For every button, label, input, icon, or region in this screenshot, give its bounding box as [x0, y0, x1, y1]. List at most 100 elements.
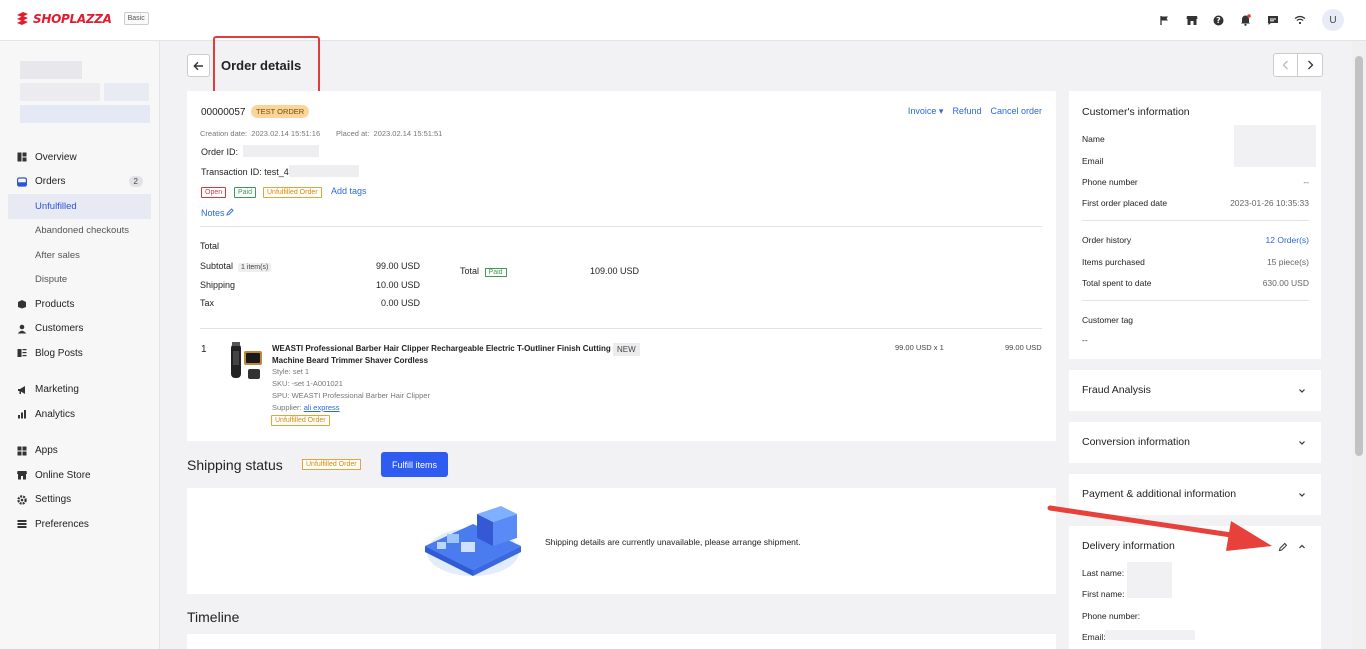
items-purchased-row: Items purchased 15 piece(s): [1082, 257, 1309, 267]
sidebar-item-online-store[interactable]: Online Store: [8, 463, 151, 488]
notes-link[interactable]: Notes: [201, 208, 234, 218]
sidebar-item-dispute[interactable]: Dispute: [8, 268, 151, 293]
scrollbar-thumb[interactable]: [1355, 56, 1363, 456]
warehouse-illustration-icon: [425, 506, 521, 576]
cancel-order-link[interactable]: Cancel order: [990, 106, 1042, 117]
next-order-button[interactable]: [1298, 53, 1323, 77]
previous-order-button[interactable]: [1273, 53, 1298, 77]
fulfill-items-button[interactable]: Fulfill items: [381, 452, 448, 477]
invoice-dropdown[interactable]: Invoice ▾: [908, 106, 944, 117]
product-image[interactable]: [227, 341, 265, 383]
redacted-order-id: [243, 145, 319, 157]
test-order-badge: TEST ORDER: [251, 105, 310, 118]
chat-icon[interactable]: [1264, 12, 1281, 29]
avatar[interactable]: U: [1322, 9, 1344, 31]
sidebar-item-apps[interactable]: Apps: [8, 439, 151, 464]
total-paid-chip: Paid: [484, 268, 507, 277]
sidebar-item-blog-posts[interactable]: Blog Posts: [8, 341, 151, 366]
customer-email-row: Email: [1082, 156, 1104, 166]
timeline-card: [187, 634, 1056, 649]
order-history-link[interactable]: 12 Order(s): [1266, 235, 1309, 245]
shipping-card: Shipping details are currently unavailab…: [187, 488, 1056, 594]
sidebar-item-unfulfilled[interactable]: Unfulfilled: [8, 194, 151, 219]
flag-icon[interactable]: [1156, 12, 1173, 29]
shipping-unfulfilled-badge: Unfulfilled Order: [302, 459, 361, 470]
customer-info-card: Customer's information Name Email Phone …: [1069, 91, 1321, 359]
sidebar-item-marketing[interactable]: Marketing: [8, 378, 151, 403]
line-item-unit-price: 99.00 USD x 1: [895, 343, 944, 352]
customer-phone-row: Phone number --: [1082, 177, 1309, 187]
sidebar-item-overview[interactable]: Overview: [8, 145, 151, 170]
sidebar-item-label: After sales: [35, 249, 80, 261]
conversion-info-title: Conversion information: [1082, 436, 1190, 448]
redacted-store-meta: [104, 83, 149, 101]
add-tags-link[interactable]: Add tags: [331, 186, 367, 196]
sidebar-item-label: Customers: [35, 323, 84, 335]
sidebar-item-label: Unfulfilled: [35, 200, 77, 212]
delivery-info-panel: Delivery information Last name: First na…: [1069, 526, 1321, 649]
chevron-right-icon: [1307, 60, 1313, 70]
supplier-link[interactable]: ali express: [304, 403, 340, 412]
store-icon[interactable]: [1183, 12, 1200, 29]
sidebar-item-settings[interactable]: Settings: [8, 488, 151, 513]
product-title[interactable]: WEASTI Professional Barber Hair Clipper …: [272, 343, 612, 367]
transaction-id: Transaction ID: test_4: [201, 167, 289, 177]
chevron-down-icon: [1299, 441, 1305, 445]
page-scrollbar[interactable]: [1352, 41, 1366, 649]
delivery-first-name-row: First name:: [1082, 589, 1125, 599]
sidebar-item-abandoned-checkouts[interactable]: Abandoned checkouts: [8, 219, 151, 244]
preferences-icon: [17, 519, 27, 529]
sidebar-item-after-sales[interactable]: After sales: [8, 243, 151, 268]
shoplazza-logo-icon: [17, 12, 28, 25]
shipping-empty-message: Shipping details are currently unavailab…: [545, 537, 801, 547]
shipping-status-heading: Shipping status: [187, 457, 283, 473]
unfulfilled-tag: Unfulfilled Order: [263, 187, 322, 198]
sidebar-nav: Overview Orders 2 Unfulfilled Abandoned …: [8, 145, 151, 537]
fraud-analysis-panel[interactable]: Fraud Analysis: [1069, 370, 1321, 411]
order-card: 00000057 TEST ORDER Invoice ▾ Refund Can…: [187, 91, 1056, 441]
product-sku: SKU: -set 1-A001021: [272, 379, 343, 388]
sidebar-item-customers[interactable]: Customers: [8, 317, 151, 342]
sidebar: Overview Orders 2 Unfulfilled Abandoned …: [0, 41, 160, 649]
customer-info-title: Customer's information: [1082, 106, 1190, 118]
delivery-last-name-row: Last name:: [1082, 568, 1125, 578]
sidebar-item-products[interactable]: Products: [8, 292, 151, 317]
order-id-label: Order ID:: [201, 147, 239, 157]
wifi-icon[interactable]: [1291, 12, 1308, 29]
sidebar-item-preferences[interactable]: Preferences: [8, 512, 151, 537]
total-label: Total Paid: [460, 266, 507, 277]
shipping-value: 10.00 USD: [375, 280, 420, 290]
conversion-info-panel[interactable]: Conversion information: [1069, 422, 1321, 463]
products-icon: [17, 299, 27, 309]
new-badge: NEW: [613, 343, 640, 356]
tax-label: Tax: [200, 298, 215, 308]
settings-icon: [17, 495, 27, 505]
sidebar-item-label: Dispute: [35, 274, 68, 286]
product-spu: SPU: WEASTI Professional Barber Hair Cli…: [272, 391, 430, 400]
brand-logo[interactable]: SHOPLAZZA Basic: [16, 11, 149, 26]
line-item-amount: 99.00 USD: [1005, 343, 1042, 352]
sidebar-item-orders[interactable]: Orders 2: [8, 170, 151, 195]
first-order-row: First order placed date 2023-01-26 10:35:…: [1082, 198, 1309, 208]
payment-info-panel[interactable]: Payment & additional information: [1069, 474, 1321, 515]
edit-pencil-icon[interactable]: [1278, 542, 1288, 552]
creation-date: Creation date: 2023.02.14 15:51:16: [200, 129, 321, 138]
refund-link[interactable]: Refund: [952, 106, 981, 117]
pencil-icon: [225, 208, 234, 216]
delivery-info-title: Delivery information: [1082, 540, 1175, 552]
tax-value: 0.00 USD: [380, 298, 420, 308]
bell-icon[interactable]: [1237, 12, 1254, 29]
back-button[interactable]: [187, 54, 210, 77]
chevron-down-icon: [1299, 389, 1305, 393]
sidebar-item-analytics[interactable]: Analytics: [8, 402, 151, 427]
store-icon: [17, 470, 27, 480]
subtotal-value: 99.00 USD: [375, 261, 420, 271]
subtotal-label: Subtotal 1 item(s): [200, 261, 272, 272]
items-count-chip: 1 item(s): [238, 263, 272, 272]
sidebar-item-label: Marketing: [35, 384, 79, 396]
chevron-up-icon[interactable]: [1297, 542, 1307, 552]
customer-tag-value: --: [1082, 335, 1088, 345]
help-icon[interactable]: ?: [1210, 12, 1227, 29]
brand-name: SHOPLAZZA: [33, 11, 112, 26]
sidebar-item-label: Analytics: [35, 408, 76, 420]
